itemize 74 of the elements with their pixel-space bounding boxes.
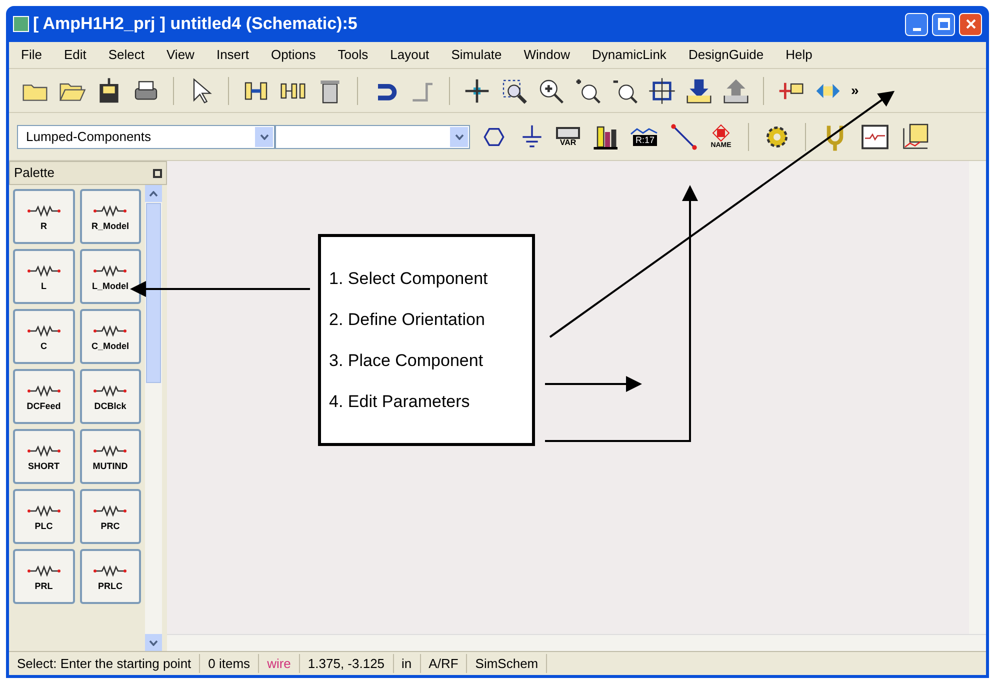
readout-icon[interactable]: R:17	[630, 126, 660, 146]
readout-caption: R:17	[633, 134, 656, 146]
fit-view-icon[interactable]	[648, 76, 676, 104]
palette-button[interactable]: MUTIND	[80, 429, 141, 484]
palette-button[interactable]: PRLC	[80, 549, 141, 604]
var-caption: VAR	[560, 138, 576, 146]
menu-item[interactable]: DesignGuide	[688, 45, 764, 65]
library-value: Lumped-Components	[25, 128, 152, 146]
palette-button[interactable]: DCFeed	[13, 369, 74, 424]
down-arrow-tray-icon[interactable]	[685, 76, 713, 104]
menu-item[interactable]: Edit	[64, 45, 86, 65]
close-button[interactable]	[959, 12, 982, 36]
status-text: in	[394, 654, 421, 674]
menu-item[interactable]: Insert	[216, 45, 249, 65]
palette-button[interactable]: DCBlck	[80, 369, 141, 424]
dropdown-caret-icon	[454, 134, 464, 140]
step-text: 4. Edit Parameters	[329, 393, 471, 410]
palette-title: Palette	[14, 164, 54, 182]
menu-item[interactable]: Window	[524, 45, 570, 65]
up-arrow-tray-icon[interactable]	[722, 76, 750, 104]
palette-button[interactable]: PRL	[13, 549, 74, 604]
status-text: 1.375, -3.125	[300, 654, 394, 674]
palette-button[interactable]: R	[13, 189, 74, 244]
step-text: 1. Select Component	[329, 270, 489, 287]
menu-item[interactable]: View	[166, 45, 194, 65]
menu-item[interactable]: DynamicLink	[592, 45, 666, 65]
component-dropdown[interactable]	[275, 124, 470, 148]
close-icon	[964, 18, 976, 30]
window-title: [ AmpH1H2_prj ] untitled4 (Schematic):5	[33, 13, 358, 36]
library-dropdown[interactable]: Lumped-Components	[17, 124, 275, 148]
status-text: 0 items	[200, 654, 260, 674]
menu-item[interactable]: Help	[786, 45, 812, 65]
minimize-icon	[912, 28, 920, 30]
menu-item[interactable]: Tools	[338, 45, 368, 65]
maximize-icon	[938, 18, 950, 30]
vertical-scrollbar[interactable]	[969, 161, 986, 634]
step-text: 3. Place Component	[329, 352, 484, 369]
status-text: wire	[259, 654, 300, 674]
wave-line-icon	[630, 126, 660, 135]
restore-window-icon[interactable]	[153, 168, 162, 178]
scroll-up-icon	[149, 190, 158, 196]
status-text: A/RF	[420, 654, 468, 674]
palette-button[interactable]: SHORT	[13, 429, 74, 484]
palette-button[interactable]: L_Model	[80, 249, 141, 304]
minimize-button[interactable]	[905, 12, 928, 36]
palette-button[interactable]: PRC	[80, 489, 141, 544]
menu-item[interactable]: File	[21, 45, 42, 65]
menu-item[interactable]: Select	[108, 45, 144, 65]
palette-button[interactable]: C	[13, 309, 74, 364]
maximize-button[interactable]	[932, 12, 955, 36]
step-text: 2. Define Orientation	[329, 311, 486, 328]
horizontal-scrollbar[interactable]	[167, 634, 986, 651]
schematic-canvas[interactable]: 1. Select Component 2. Define Orientation 3. Place Component 4. Edit Parameters	[167, 161, 969, 634]
menu-item[interactable]: Options	[270, 45, 316, 65]
app-logo-icon	[13, 16, 29, 32]
palette-button[interactable]: R_Model	[80, 189, 141, 244]
move-icon[interactable]	[463, 76, 491, 104]
dropdown-caret-icon	[260, 134, 268, 140]
scroll-thumb[interactable]	[146, 203, 161, 383]
palette-button[interactable]: L	[13, 249, 74, 304]
more-tools-chevron[interactable]: »	[851, 80, 859, 101]
menu-item[interactable]: Layout	[390, 45, 430, 65]
menu-item[interactable]: Simulate	[451, 45, 502, 65]
palette-button[interactable]: C_Model	[80, 309, 141, 364]
scroll-up-button[interactable]	[145, 185, 162, 202]
scroll-down-button[interactable]	[145, 634, 162, 651]
dropdown-caret-icon	[149, 640, 158, 646]
zoom-in-icon[interactable]	[574, 76, 602, 104]
line-icon[interactable]	[670, 122, 698, 150]
palette-button[interactable]: PLC	[13, 489, 74, 544]
palette-scrollbar[interactable]	[145, 185, 162, 651]
status-text: SimSchem	[467, 654, 548, 674]
save-data-icon[interactable]	[900, 122, 930, 152]
status-text: Select: Enter the starting point	[9, 654, 200, 674]
